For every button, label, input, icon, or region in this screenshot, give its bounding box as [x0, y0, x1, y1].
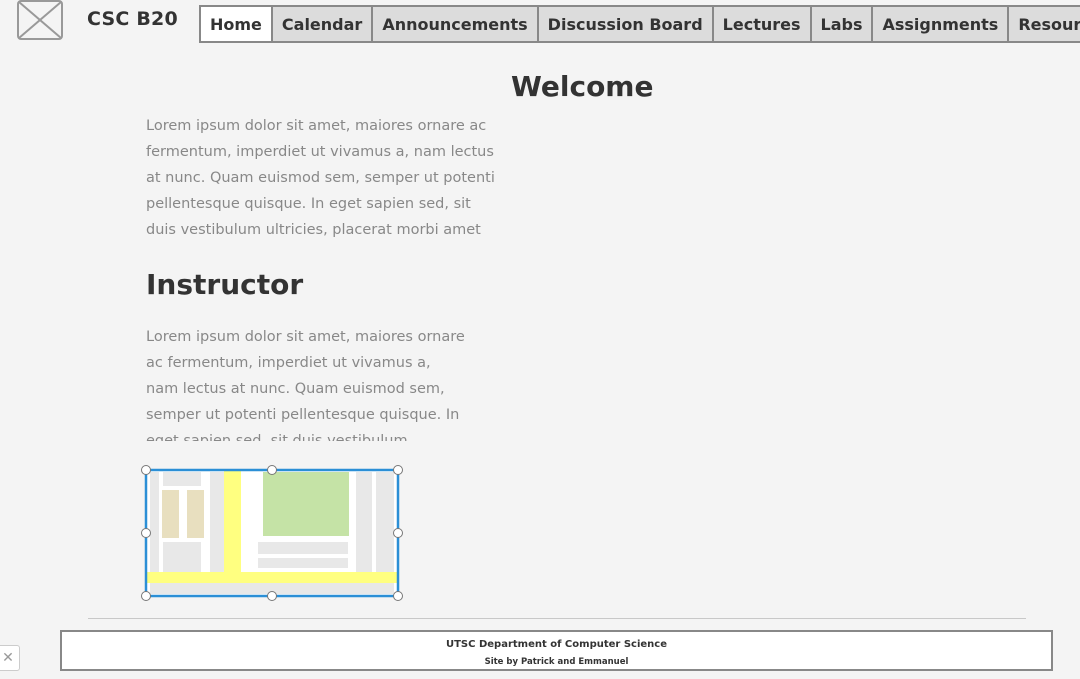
nav-tab-calendar[interactable]: Calendar: [272, 7, 374, 41]
nav-tab-lectures[interactable]: Lectures: [713, 7, 812, 41]
instructor-text: Lorem ipsum dolor sit amet, maiores orna…: [146, 329, 465, 441]
nav-tab-discussion-board[interactable]: Discussion Board: [538, 7, 714, 41]
nav-tab-home[interactable]: Home: [201, 7, 273, 41]
footer-credits: Site by Patrick and Emmanuel: [484, 657, 629, 667]
welcome-text: Lorem ipsum dolor sit amet, maiores orna…: [146, 118, 495, 238]
nav-tab-labs[interactable]: Labs: [811, 7, 874, 41]
site-title[interactable]: CSC B20: [87, 8, 178, 30]
map-widget[interactable]: [141, 465, 403, 601]
image-placeholder-icon: [17, 0, 63, 40]
close-icon[interactable]: ✕: [0, 645, 20, 671]
main-nav: Home Calendar Announcements Discussion B…: [199, 5, 1080, 43]
instructor-heading: Instructor: [146, 268, 304, 301]
nav-tab-announcements[interactable]: Announcements: [373, 7, 539, 41]
footer: UTSC Department of Computer Science Site…: [60, 630, 1053, 671]
welcome-heading: Welcome: [511, 70, 654, 103]
page: CSC B20 Home Calendar Announcements Disc…: [0, 0, 1080, 679]
footer-department: UTSC Department of Computer Science: [445, 639, 667, 650]
nav-tab-resources[interactable]: Resources: [1009, 7, 1080, 41]
footer-divider: [88, 618, 1026, 619]
nav-tab-assignments[interactable]: Assignments: [873, 7, 1010, 41]
